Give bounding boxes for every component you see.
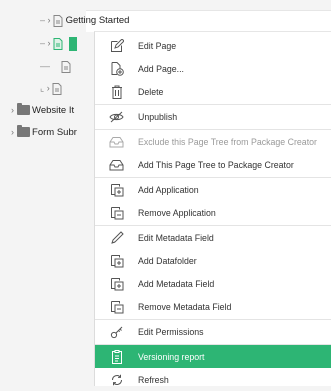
tree-item-page[interactable]: ⌞ › — [40, 78, 62, 98]
application-icon — [109, 182, 124, 197]
page-icon — [53, 37, 63, 50]
application-icon — [109, 253, 124, 268]
page-icon — [53, 14, 63, 27]
pencil-page-icon — [109, 38, 124, 53]
chevron-right-icon[interactable]: › — [11, 105, 14, 115]
key-icon — [109, 324, 124, 339]
folder-icon — [16, 102, 30, 115]
menu-item-label: Add Metadata Field — [138, 278, 215, 289]
tree-connector-icon: –– — [40, 61, 51, 71]
chevron-right-icon[interactable]: › — [48, 15, 51, 25]
menu-item-add-tree[interactable]: Add This Page Tree to Package Creator — [95, 153, 331, 176]
menu-item-label: Remove Metadata Field — [138, 301, 232, 312]
menu-item-label: Add Application — [138, 184, 199, 195]
menu-item-label: Edit Page — [138, 40, 177, 51]
tree-connector-icon: ⌞ — [40, 83, 45, 93]
menu-item-label: Delete — [138, 86, 164, 97]
context-menu: Edit Page Add Page... Delete Unpublish E… — [94, 31, 331, 386]
application-icon — [109, 276, 124, 291]
menu-item-add-application[interactable]: Add Application — [95, 178, 331, 201]
menu-item-label: Add This Page Tree to Package Creator — [138, 159, 294, 170]
tree-item-form[interactable]: › Form Subr — [11, 122, 77, 142]
menu-item-label: Exclude this Page Tree from Package Crea… — [138, 136, 317, 147]
menu-item-label: Add Page... — [138, 63, 184, 74]
package-tray-icon — [109, 134, 124, 149]
tree-item-label[interactable]: Website It — [32, 105, 74, 116]
folder-icon — [16, 124, 30, 137]
tree-item-label[interactable]: Form Subr — [32, 127, 77, 138]
menu-item-label: Add Datafolder — [138, 255, 197, 266]
menu-item-delete[interactable]: Delete — [95, 80, 331, 103]
tree-item-page[interactable]: –– — [40, 56, 71, 76]
menu-item-edit-permissions[interactable]: Edit Permissions — [95, 320, 331, 343]
chevron-right-icon[interactable]: › — [48, 38, 51, 48]
menu-item-add-page[interactable]: Add Page... — [95, 57, 331, 80]
menu-item-label: Unpublish — [138, 111, 178, 122]
tree-item-website[interactable]: › Website It — [11, 100, 74, 120]
menu-item-refresh[interactable]: Refresh — [95, 368, 331, 391]
trash-icon — [109, 84, 124, 99]
chevron-right-icon[interactable]: › — [47, 83, 50, 93]
menu-item-label: Remove Application — [138, 207, 216, 218]
menu-item-label: Refresh — [138, 374, 169, 385]
tree-item-getting-started[interactable]: – › Getting Started — [40, 10, 129, 30]
page-icon — [61, 60, 71, 73]
menu-item-unpublish[interactable]: Unpublish — [95, 105, 331, 128]
menu-item-exclude-tree[interactable]: Exclude this Page Tree from Package Crea… — [95, 130, 331, 153]
menu-item-label: Versioning report — [138, 351, 205, 362]
tree-connector-icon: – — [40, 38, 46, 48]
menu-item-label: Edit Permissions — [138, 326, 204, 337]
menu-item-edit-metadata-field[interactable]: Edit Metadata Field — [95, 226, 331, 249]
application-icon — [109, 205, 124, 220]
menu-item-versioning-report[interactable]: Versioning report — [95, 345, 331, 368]
menu-item-add-datafolder[interactable]: Add Datafolder — [95, 249, 331, 272]
menu-item-add-metadata-field[interactable]: Add Metadata Field — [95, 272, 331, 295]
page-icon — [52, 82, 62, 95]
selected-node-marker — [68, 36, 77, 51]
tree-connector-icon: – — [40, 15, 46, 25]
chevron-right-icon[interactable]: › — [11, 127, 14, 137]
add-page-icon — [109, 61, 124, 76]
pen-icon — [109, 230, 124, 245]
menu-item-remove-metadata-field[interactable]: Remove Metadata Field — [95, 295, 331, 318]
report-icon — [109, 349, 124, 364]
application-icon — [109, 299, 124, 314]
menu-item-remove-application[interactable]: Remove Application — [95, 201, 331, 224]
menu-item-label: Edit Metadata Field — [138, 232, 214, 243]
eye-slash-icon — [109, 109, 124, 124]
package-tray-icon — [109, 157, 124, 172]
tree-item-selected[interactable]: – › — [40, 33, 77, 53]
tree-item-label[interactable]: Getting Started — [66, 15, 130, 26]
menu-item-edit-page[interactable]: Edit Page — [95, 34, 331, 57]
